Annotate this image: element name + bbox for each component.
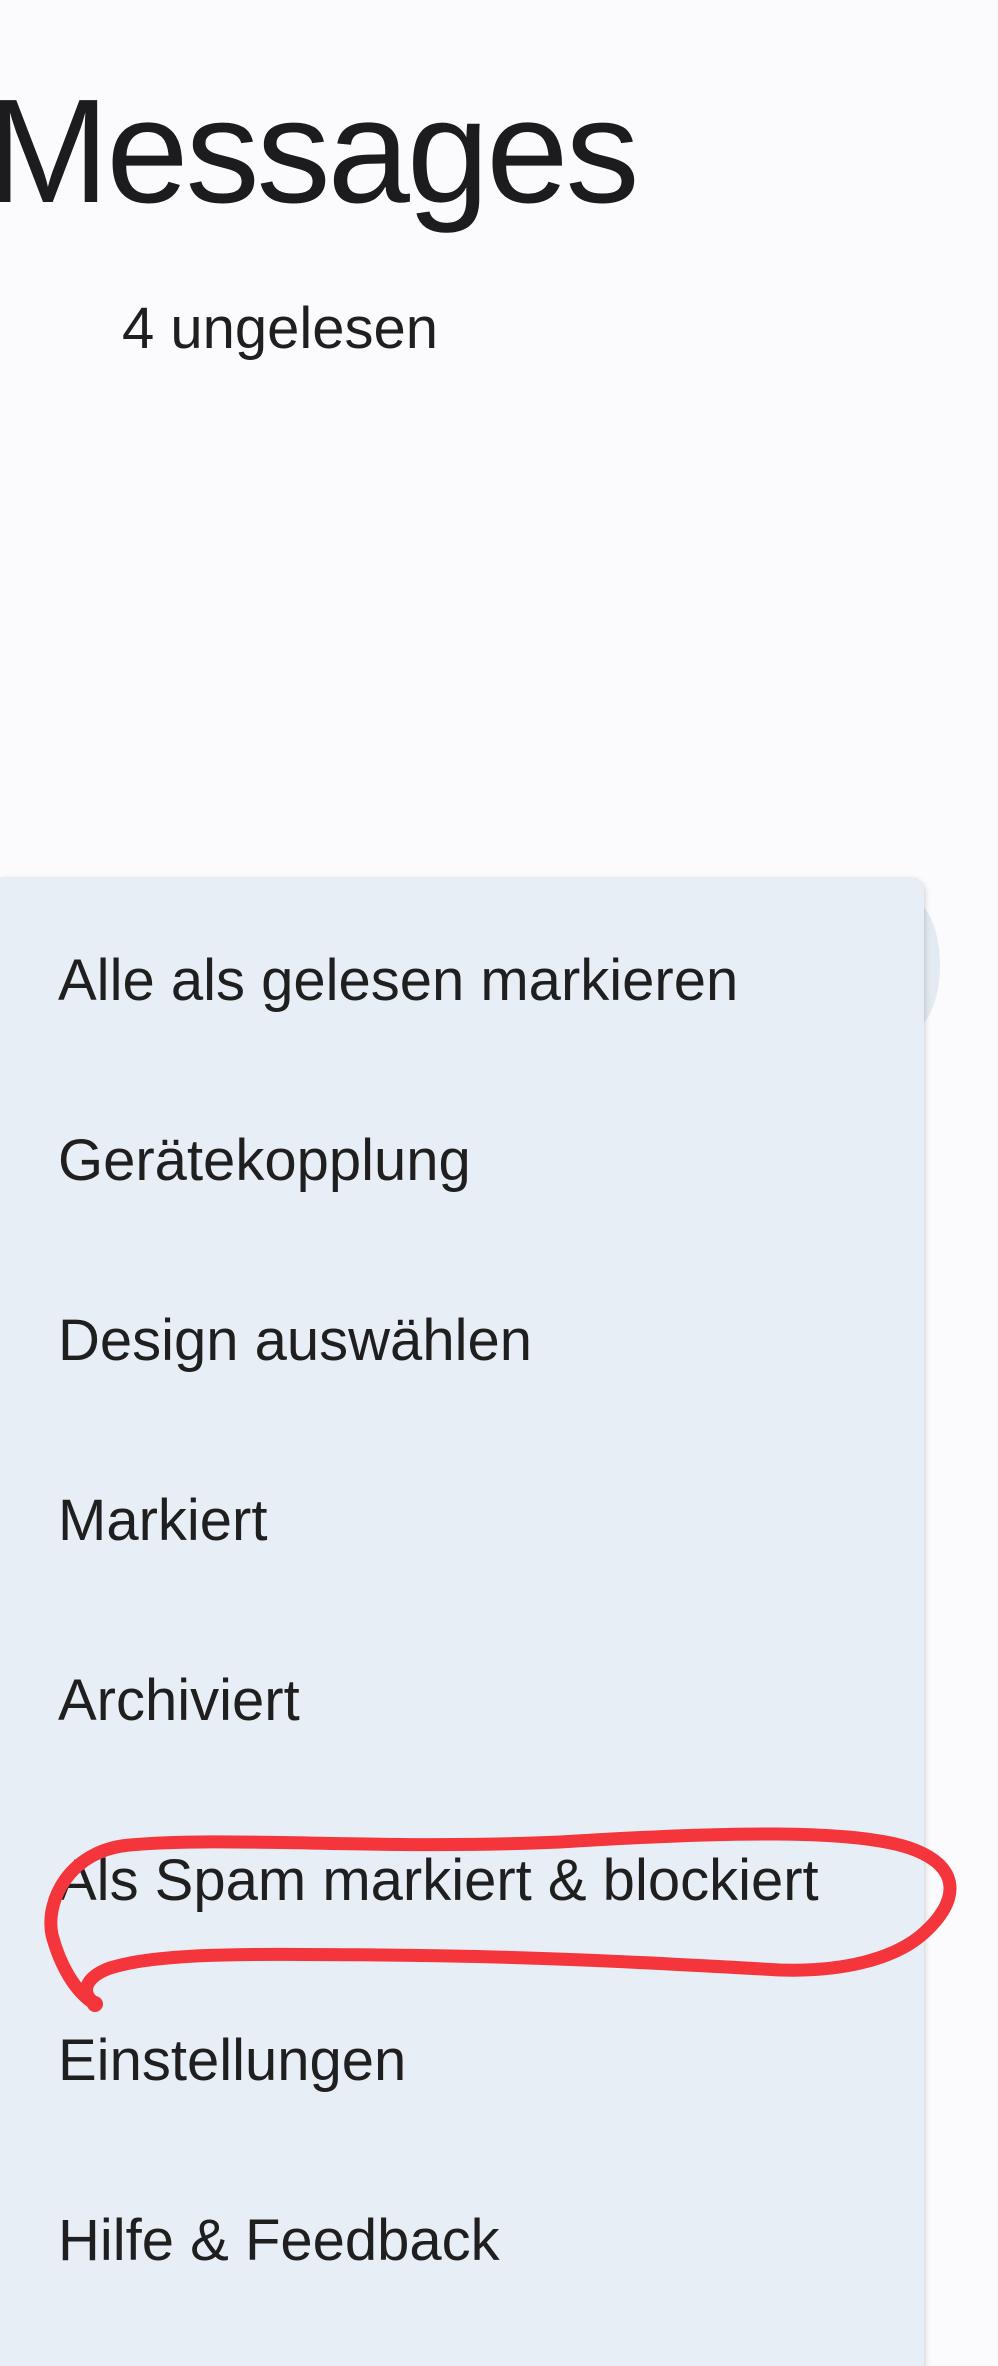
menu-item-spam-blocked[interactable]: Als Spam markiert & blockiert: [0, 1790, 924, 1970]
menu-item-label: Hilfe & Feedback: [58, 2207, 500, 2273]
menu-item-label: Design auswählen: [58, 1307, 532, 1373]
menu-item-device-pairing[interactable]: Gerätekopplung: [0, 1070, 924, 1250]
menu-item-label: Gerätekopplung: [58, 1127, 471, 1193]
unread-count: 4 ungelesen: [122, 296, 439, 361]
menu-item-settings[interactable]: Einstellungen: [0, 1970, 924, 2150]
menu-item-label: Alle als gelesen markieren: [58, 947, 739, 1013]
menu-item-label: Markiert: [58, 1487, 268, 1553]
overflow-menu: Alle als gelesen markieren Gerätekopplun…: [0, 878, 924, 2366]
menu-item-label: Als Spam markiert & blockiert: [58, 1847, 819, 1913]
menu-item-help-feedback[interactable]: Hilfe & Feedback: [0, 2150, 924, 2330]
menu-item-choose-theme[interactable]: Design auswählen: [0, 1250, 924, 1430]
messages-screen: Messages 4 ungelesen Alle als gelesen ma…: [0, 0, 998, 2366]
app-title: Messages: [0, 69, 640, 234]
menu-item-mark-all-read[interactable]: Alle als gelesen markieren: [0, 890, 924, 1070]
menu-item-label: Einstellungen: [58, 2027, 407, 2093]
menu-item-archived[interactable]: Archiviert: [0, 1610, 924, 1790]
menu-item-starred[interactable]: Markiert: [0, 1430, 924, 1610]
menu-item-label: Archiviert: [58, 1667, 300, 1733]
